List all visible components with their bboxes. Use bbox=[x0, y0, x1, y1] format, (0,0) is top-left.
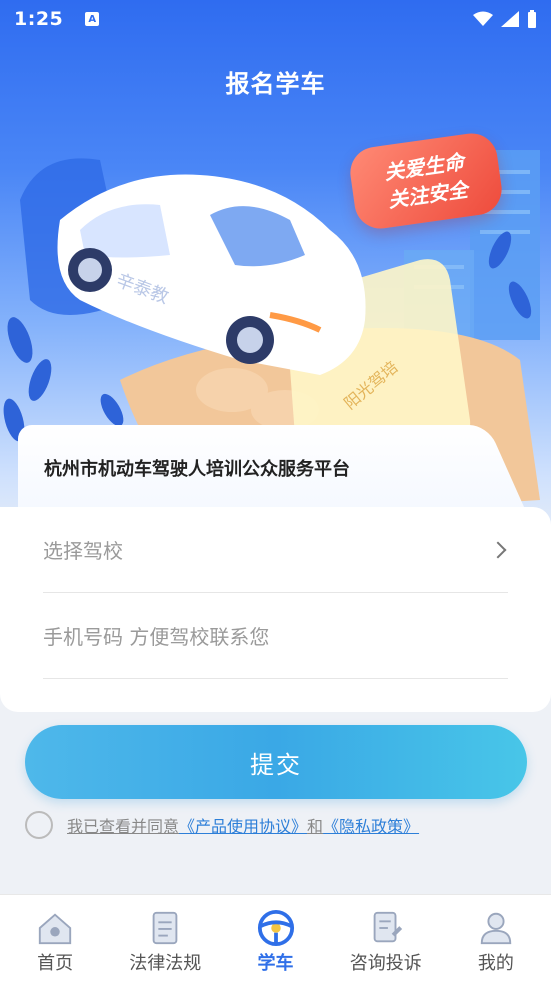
tab-learn-driving-label: 学车 bbox=[257, 953, 294, 974]
agree-checkbox[interactable] bbox=[25, 811, 53, 839]
signal-icon bbox=[501, 11, 519, 27]
tab-complaint-label: 咨询投诉 bbox=[349, 953, 422, 974]
tab-home[interactable]: 首页 bbox=[0, 895, 110, 981]
tab-home-label: 首页 bbox=[37, 953, 74, 974]
user-icon bbox=[480, 912, 512, 945]
wifi-icon bbox=[473, 11, 493, 26]
status-time: 1:25 bbox=[14, 8, 64, 30]
steering-wheel-icon bbox=[257, 909, 294, 947]
school-select[interactable]: 选择驾校 bbox=[43, 507, 508, 593]
home-icon bbox=[38, 913, 72, 945]
complaint-doc-icon bbox=[373, 911, 402, 943]
tab-mine-label: 我的 bbox=[477, 953, 514, 974]
tab-law[interactable]: 法律法规 bbox=[110, 895, 220, 981]
platform-name: 杭州市机动车驾驶人培训公众服务平台 bbox=[44, 459, 350, 480]
agreement-row: 我已查看并同意 《产品使用协议》 和 《隐私政策》 bbox=[25, 811, 419, 839]
page-title: 报名学车 bbox=[225, 70, 326, 98]
tab-complaint[interactable]: 咨询投诉 bbox=[331, 895, 441, 981]
battery-icon bbox=[528, 10, 536, 28]
tab-learn-driving[interactable]: 学车 bbox=[220, 895, 330, 981]
tab-law-label: 法律法规 bbox=[129, 953, 202, 974]
phone-input-placeholder: 手机号码 方便驾校联系您 bbox=[43, 625, 270, 649]
tab-mine[interactable]: 我的 bbox=[441, 895, 551, 981]
bottom-tab-bar: 首页 法律法规 学车 咨询投诉 我的 bbox=[0, 894, 551, 981]
submit-button[interactable]: 提交 bbox=[25, 725, 527, 799]
signup-form: 选择驾校 手机号码 方便驾校联系您 bbox=[0, 507, 551, 712]
notification-icon: A bbox=[85, 12, 100, 26]
form-row-3[interactable] bbox=[43, 679, 508, 712]
agreement-prefix: 我已查看并同意 bbox=[67, 817, 180, 836]
phone-input[interactable]: 手机号码 方便驾校联系您 bbox=[43, 593, 508, 679]
privacy-policy-link[interactable]: 《隐私政策》 bbox=[323, 813, 419, 837]
product-agreement-link[interactable]: 《产品使用协议》 bbox=[179, 813, 307, 837]
agreement-and: 和 bbox=[307, 817, 324, 836]
status-bar: 1:25 A bbox=[0, 0, 551, 38]
school-select-label: 选择驾校 bbox=[43, 539, 123, 563]
law-book-icon bbox=[152, 911, 178, 945]
chevron-right-icon bbox=[489, 541, 507, 558]
